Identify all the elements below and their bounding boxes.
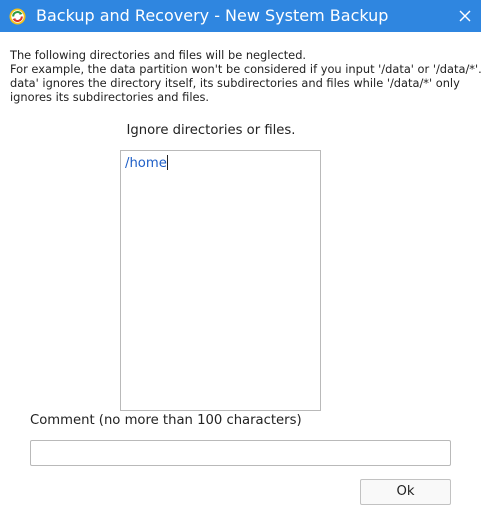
intro-line: data' ignores the directory itself, its … [10, 76, 460, 90]
backup-dialog: Backup and Recovery - New System Backup … [0, 0, 481, 510]
window-title: Backup and Recovery - New System Backup [36, 6, 389, 25]
ignore-label: Ignore directories or files. [126, 123, 296, 138]
comment-label: Comment (no more than 100 characters) [30, 413, 302, 428]
ignore-entry: /home [125, 155, 168, 172]
close-icon[interactable] [455, 6, 475, 26]
intro-line: For example, the data partition won't be… [10, 62, 481, 76]
ok-button[interactable]: Ok [360, 479, 451, 505]
intro-line: The following directories and files will… [10, 48, 307, 62]
comment-input[interactable] [30, 440, 451, 466]
intro-text: The following directories and files will… [10, 48, 481, 104]
backup-app-icon [9, 8, 26, 25]
ignore-list-textarea[interactable]: /home [120, 150, 321, 411]
text-caret [166, 155, 168, 170]
ignore-entry-text: /home [125, 156, 167, 171]
title-bar[interactable]: Backup and Recovery - New System Backup [0, 0, 481, 32]
intro-line: ignores its subdirectories and files. [10, 90, 210, 104]
